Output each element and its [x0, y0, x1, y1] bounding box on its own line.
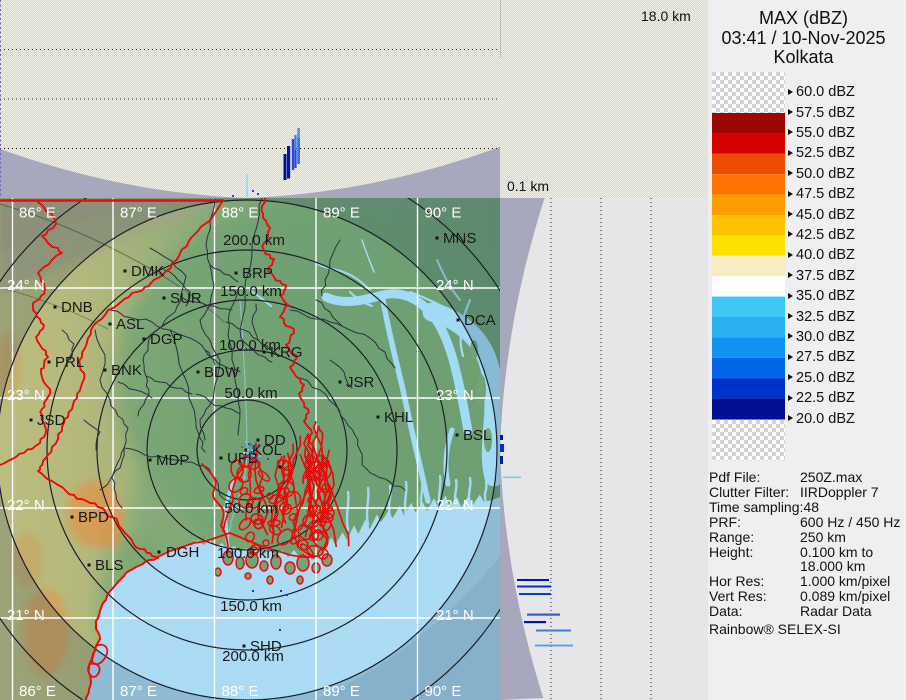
svg-text:88° E: 88° E	[222, 683, 259, 700]
svg-text:BLS: BLS	[95, 557, 123, 574]
svg-text:22° N: 22° N	[7, 497, 45, 514]
svg-text:87° E: 87° E	[120, 683, 157, 700]
svg-text:UPB: UPB	[227, 450, 258, 467]
svg-text:22° N: 22° N	[436, 497, 474, 514]
svg-text:MDP: MDP	[156, 452, 189, 469]
svg-text:200.0 km: 200.0 km	[223, 232, 285, 249]
svg-text:BPD: BPD	[78, 509, 109, 526]
svg-text:24° N: 24° N	[7, 277, 45, 294]
svg-text:21° N: 21° N	[7, 607, 45, 624]
svg-text:MNS: MNS	[443, 230, 476, 247]
svg-text:DNB: DNB	[61, 299, 93, 316]
svg-text:100.0 km: 100.0 km	[217, 545, 279, 562]
svg-text:24° N: 24° N	[436, 277, 474, 294]
svg-text:ASL: ASL	[116, 316, 144, 333]
svg-text:86° E: 86° E	[19, 205, 56, 222]
svg-text:150.0 km: 150.0 km	[220, 598, 282, 615]
svg-text:JSD: JSD	[37, 412, 66, 429]
svg-text:KHL: KHL	[384, 409, 413, 426]
svg-text:DGH: DGH	[166, 544, 199, 561]
svg-text:150.0 km: 150.0 km	[220, 283, 282, 300]
svg-text:DMK: DMK	[131, 263, 164, 280]
svg-text:BSL: BSL	[463, 427, 491, 444]
svg-text:PRL: PRL	[55, 354, 84, 371]
svg-text:50.0 km: 50.0 km	[224, 500, 277, 517]
svg-text:23° N: 23° N	[7, 387, 45, 404]
svg-text:90° E: 90° E	[425, 205, 462, 222]
svg-text:BDW: BDW	[204, 364, 240, 381]
svg-text:87° E: 87° E	[120, 205, 157, 222]
svg-text:50.0 km: 50.0 km	[224, 385, 277, 402]
svg-text:90° E: 90° E	[425, 683, 462, 700]
svg-text:DCA: DCA	[464, 312, 496, 329]
svg-text:89° E: 89° E	[323, 683, 360, 700]
svg-text:21° N: 21° N	[436, 607, 474, 624]
svg-text:DGP: DGP	[150, 331, 183, 348]
svg-text:89° E: 89° E	[323, 205, 360, 222]
svg-text:200.0 km: 200.0 km	[222, 648, 284, 665]
svg-text:JSR: JSR	[346, 374, 375, 391]
svg-text:BRP: BRP	[242, 265, 273, 282]
svg-text:86° E: 86° E	[19, 683, 56, 700]
svg-text:SUR: SUR	[170, 290, 202, 307]
svg-text:BNK: BNK	[111, 362, 142, 379]
svg-text:100.0 km: 100.0 km	[219, 337, 281, 354]
svg-text:88° E: 88° E	[222, 205, 259, 222]
svg-text:23° N: 23° N	[436, 387, 474, 404]
